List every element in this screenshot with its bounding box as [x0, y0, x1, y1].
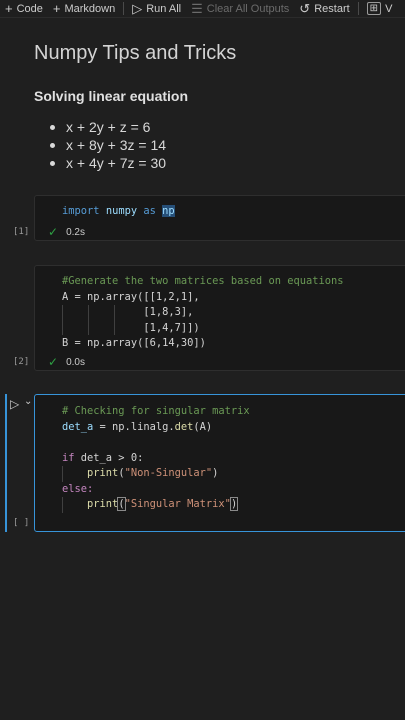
add-markdown-label: Markdown	[64, 2, 116, 15]
chevron-down-icon[interactable]: ⌄	[24, 396, 32, 407]
restart-label: Restart	[314, 2, 350, 15]
code-token: import	[62, 205, 100, 217]
restart-button[interactable]: ↺ Restart	[294, 2, 354, 15]
run-all-icon: ▷	[132, 1, 143, 16]
code-token: print	[87, 467, 119, 479]
equation-list: x + 2y + z = 6 x + 8y + 3z = 14 x + 4y +…	[50, 118, 166, 172]
cell-status: ✓ 0.2s	[48, 225, 85, 239]
code-line: B = np.array([6,14,30])	[62, 337, 206, 349]
bracket-match: )	[229, 497, 239, 511]
code-token: det_a > 0:	[74, 451, 144, 464]
run-cell-icon[interactable]: ▷	[10, 397, 19, 411]
execution-count: [1]	[13, 227, 30, 237]
run-all-button[interactable]: ▷ Run All	[127, 2, 186, 15]
code-token: = np.linalg.	[93, 420, 175, 433]
bullet-icon	[50, 124, 55, 130]
code-token: print	[87, 498, 119, 510]
cell-status: ✓ 0.0s	[48, 355, 85, 369]
clear-all-icon: ☰	[191, 1, 203, 16]
code-token: numpy	[105, 205, 138, 217]
markdown-subtitle: Solving linear equation	[34, 88, 189, 104]
code-line: [1,4,7]])	[62, 321, 200, 334]
code-line: [1,8,3],	[62, 306, 194, 318]
checkmark-icon: ✓	[48, 355, 59, 369]
execution-count: [ ]	[13, 518, 30, 528]
execution-time: 0.2s	[66, 226, 85, 238]
list-item: x + 4y + 7z = 30	[50, 154, 166, 172]
execution-count: [2]	[13, 357, 30, 367]
bullet-icon	[50, 142, 55, 148]
checkmark-icon: ✓	[48, 225, 59, 239]
markdown-title: Numpy Tips and Tricks	[34, 42, 237, 64]
plus-icon: +	[5, 1, 13, 16]
code-token: "Singular Matrix"	[124, 498, 231, 510]
code-token: (A)	[193, 420, 213, 433]
restart-icon: ↺	[299, 1, 311, 16]
code-token: if	[62, 451, 75, 464]
code-comment: #Generate the two matrices based on equa…	[62, 275, 344, 287]
code-token: det_a	[62, 420, 94, 433]
execution-time: 0.0s	[66, 356, 85, 368]
code-token: else:	[62, 482, 94, 495]
toolbar-divider	[123, 2, 125, 15]
clear-all-outputs-button[interactable]: ☰ Clear All Outputs	[186, 2, 294, 15]
code-editor-1[interactable]: import numpy as np	[62, 204, 175, 220]
list-item: x + 8y + 3z = 14	[50, 136, 166, 154]
equation-text: x + 2y + z = 6	[66, 119, 151, 135]
code-editor-2[interactable]: #Generate the two matrices based on equa…	[62, 274, 344, 352]
code-token: "Non-Singular"	[124, 467, 213, 479]
variables-button[interactable]: ⊞ V	[362, 2, 398, 15]
active-cell-indicator	[5, 394, 7, 532]
notebook-toolbar: + Code + Markdown ▷ Run All ☰ Clear All …	[0, 0, 405, 18]
bullet-icon	[50, 160, 55, 166]
equation-text: x + 8y + 3z = 14	[66, 137, 167, 153]
clear-all-label: Clear All Outputs	[206, 2, 290, 15]
run-all-label: Run All	[146, 2, 182, 15]
code-editor-3[interactable]: # Checking for singular matrix det_a = n…	[62, 404, 250, 513]
add-code-cell-button[interactable]: + Code	[0, 2, 48, 15]
code-token: det	[174, 420, 194, 433]
list-item: x + 2y + z = 6	[50, 118, 166, 136]
code-token: np	[162, 205, 175, 217]
plus-icon: +	[52, 1, 61, 16]
code-comment: # Checking for singular matrix	[62, 405, 250, 417]
code-line: A = np.array([[1,2,1],	[62, 290, 200, 303]
add-code-label: Code	[16, 2, 43, 15]
code-token: as	[143, 205, 156, 217]
equation-text: x + 4y + 7z = 30	[66, 155, 167, 171]
add-markdown-cell-button[interactable]: + Markdown	[48, 2, 120, 15]
variables-label: V	[385, 2, 393, 15]
toolbar-divider	[357, 2, 359, 15]
variables-icon: ⊞	[366, 2, 382, 15]
